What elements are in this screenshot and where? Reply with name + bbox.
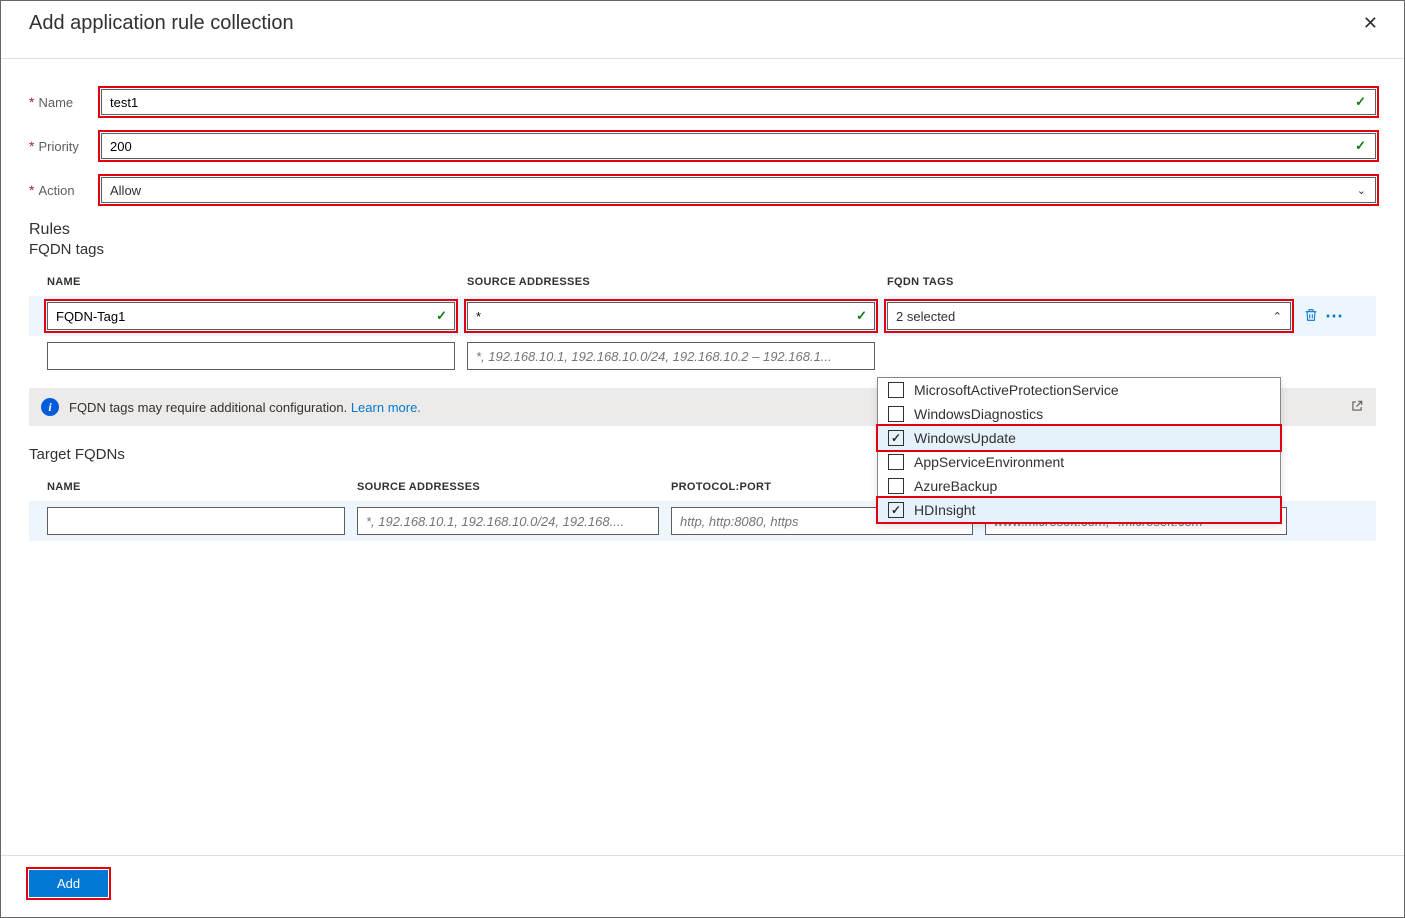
dropdown-option[interactable]: WindowsDiagnostics <box>878 402 1280 426</box>
col-tags: FQDN TAGS <box>887 276 1358 288</box>
fqdn-name-input[interactable] <box>47 302 455 330</box>
dropdown-option[interactable]: AppServiceEnvironment <box>878 450 1280 474</box>
checkbox-icon <box>888 406 904 422</box>
action-select[interactable]: Allow <box>101 177 1376 203</box>
checkmark-icon: ✓ <box>1355 138 1366 154</box>
action-label: *Action <box>29 182 101 198</box>
checkmark-icon: ✓ <box>856 308 867 324</box>
fqdn-empty-row <box>29 336 1376 376</box>
fqdn-row: ✓ ✓ 2 selected ⌃ ⋯ <box>29 296 1376 336</box>
col-name: NAME <box>47 276 467 288</box>
info-icon: i <box>41 398 59 416</box>
fqdn-name-input-empty[interactable] <box>47 342 455 370</box>
name-label: *Name <box>29 94 101 110</box>
dropdown-option[interactable]: AzureBackup <box>878 474 1280 498</box>
fqdn-tags-dropdown: MicrosoftActiveProtectionService Windows… <box>877 377 1281 523</box>
checkbox-checked-icon <box>888 430 904 446</box>
name-input[interactable] <box>101 89 1376 115</box>
col-source: SOURCE ADDRESSES <box>467 276 887 288</box>
target-source-input[interactable] <box>357 507 659 535</box>
fqdn-source-input[interactable] <box>467 302 875 330</box>
field-action: *Action Allow ⌄ <box>29 177 1376 203</box>
col-name: NAME <box>47 481 357 493</box>
checkbox-icon <box>888 382 904 398</box>
dropdown-option[interactable]: HDInsight <box>878 498 1280 522</box>
priority-label: *Priority <box>29 138 101 154</box>
external-link-icon[interactable] <box>1350 399 1364 416</box>
notice-text: FQDN tags may require additional configu… <box>69 400 421 415</box>
dialog-footer: Add <box>1 855 1404 917</box>
fqdn-headers: NAME SOURCE ADDRESSES FQDN TAGS <box>29 276 1376 288</box>
fqdn-source-input-empty[interactable] <box>467 342 875 370</box>
field-priority: *Priority ✓ <box>29 133 1376 159</box>
more-icon[interactable]: ⋯ <box>1325 306 1344 327</box>
dialog-header: Add application rule collection ✕ <box>1 1 1404 59</box>
dropdown-option[interactable]: WindowsUpdate <box>878 426 1280 450</box>
learn-more-link[interactable]: Learn more. <box>351 400 421 415</box>
field-name: *Name ✓ <box>29 89 1376 115</box>
checkbox-checked-icon <box>888 502 904 518</box>
add-button[interactable]: Add <box>29 870 108 897</box>
chevron-up-icon: ⌃ <box>1273 310 1282 323</box>
dropdown-option[interactable]: MicrosoftActiveProtectionService <box>878 378 1280 402</box>
fqdn-tags-heading: FQDN tags <box>29 241 1376 258</box>
trash-icon[interactable] <box>1303 307 1319 326</box>
checkbox-icon <box>888 454 904 470</box>
close-icon[interactable]: ✕ <box>1355 9 1386 38</box>
priority-input[interactable] <box>101 133 1376 159</box>
rules-heading: Rules <box>29 221 1376 239</box>
col-source: SOURCE ADDRESSES <box>357 481 671 493</box>
target-name-input[interactable] <box>47 507 345 535</box>
checkbox-icon <box>888 478 904 494</box>
checkmark-icon: ✓ <box>436 308 447 324</box>
dialog-title: Add application rule collection <box>29 12 294 35</box>
fqdn-tags-select[interactable]: 2 selected ⌃ <box>887 302 1291 330</box>
checkmark-icon: ✓ <box>1355 94 1366 110</box>
